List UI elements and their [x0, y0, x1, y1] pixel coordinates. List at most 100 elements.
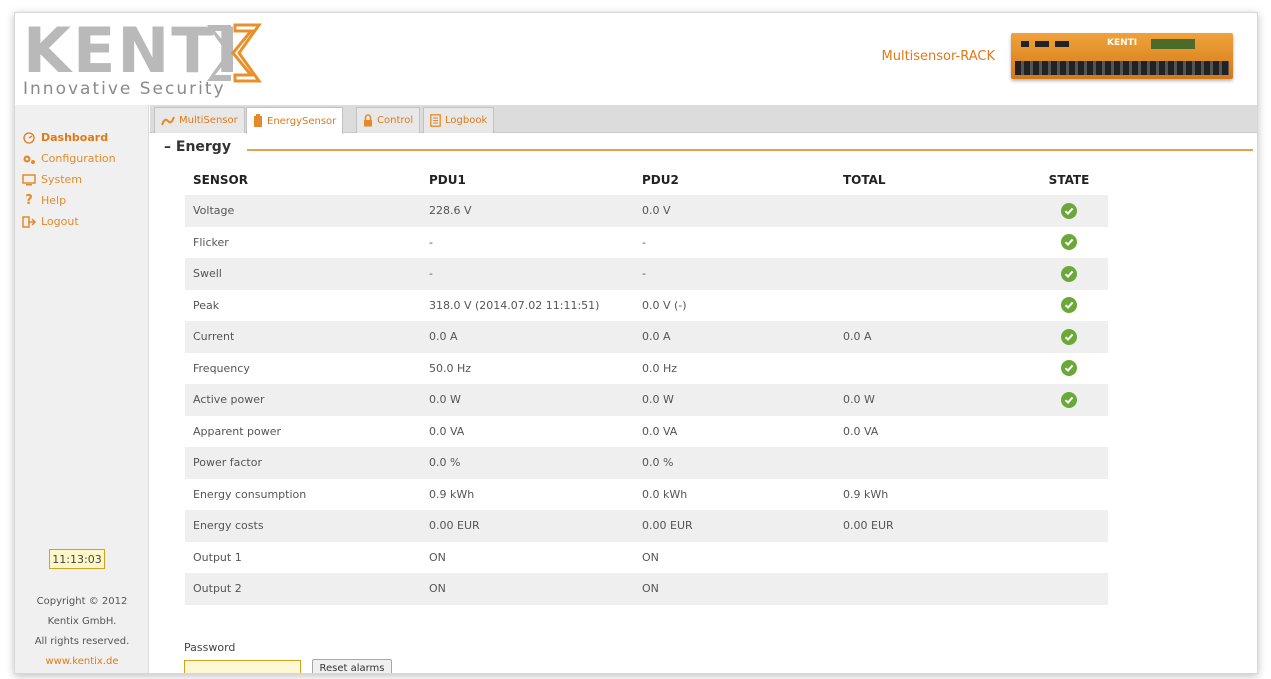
tab-logbook[interactable]: Logbook — [423, 107, 495, 133]
status-ok-icon — [1061, 297, 1077, 314]
energy-table: SENSOR PDU1 PDU2 TOTAL STATE Voltage 228.… — [185, 165, 1108, 605]
cell-pdu2: 0.0 % — [634, 447, 835, 479]
sidebar-item-logout[interactable]: Logout — [21, 211, 116, 232]
cell-state — [1030, 479, 1108, 511]
cell-pdu2: 0.0 V — [634, 195, 835, 227]
table-row: Active power 0.0 W 0.0 W 0.0 W — [185, 384, 1108, 416]
cell-state — [1030, 447, 1108, 479]
table-row: Voltage 228.6 V 0.0 V — [185, 195, 1108, 227]
copyright-line: Copyright © 2012 — [36, 596, 128, 607]
cell-total: 0.0 W — [835, 384, 1030, 416]
cell-pdu1: 0.0 A — [421, 321, 634, 353]
cell-pdu1: 0.0 VA — [429, 424, 465, 438]
cell-state — [1030, 416, 1108, 448]
cell-pdu2: ON — [634, 573, 835, 605]
cell-total: 0.00 EUR — [835, 510, 1030, 542]
sidebar-item-label: System — [41, 173, 83, 186]
cell-pdu1: 50.0 Hz — [429, 361, 472, 375]
cell-pdu1: 0.0 W — [421, 384, 634, 416]
cell-sensor: Voltage — [185, 195, 421, 227]
cell-pdu2: 0.0 Hz — [642, 361, 678, 375]
cell-state — [1030, 258, 1108, 290]
cell-pdu1: 0.00 EUR — [421, 510, 634, 542]
password-label: Password — [184, 641, 236, 654]
cell-sensor: Output 2 — [185, 573, 421, 605]
cell-pdu1: 0.9 kWh — [429, 487, 475, 501]
cell-total — [835, 573, 1030, 605]
gears-icon — [21, 153, 37, 165]
sidebar-item-label: Dashboard — [41, 131, 109, 144]
cell-pdu2: 0.0 A — [634, 321, 835, 353]
cell-total: 0.9 kWh — [843, 487, 889, 501]
column-header-pdu2: PDU2 — [642, 173, 679, 187]
sidebar-item-configuration[interactable]: Configuration — [21, 148, 116, 169]
cell-pdu2: 0.00 EUR — [634, 510, 835, 542]
cell-state — [1030, 227, 1108, 259]
cell-total — [835, 447, 1030, 479]
sidebar-item-help[interactable]: ? Help — [21, 190, 116, 211]
cell-sensor: Active power — [185, 384, 421, 416]
column-header-total: TOTAL — [843, 173, 886, 187]
rights-text: All rights reserved. — [34, 636, 130, 647]
cell-pdu2: - — [642, 235, 646, 249]
battery-icon — [253, 114, 263, 128]
cell-state — [1030, 384, 1108, 416]
device-name: Multisensor-RACK — [881, 49, 996, 64]
logo-tagline: Innovative Security — [23, 79, 226, 99]
cell-total — [835, 258, 1030, 290]
table-header-row: SENSOR PDU1 PDU2 TOTAL STATE — [185, 165, 1108, 195]
cell-state — [1030, 353, 1108, 385]
tab-bar: MultiSensor EnergySensor Control Logbook — [150, 105, 1257, 134]
energy-table-body: Voltage 228.6 V 0.0 V Flicker - - Swell - - Peak 3… — [185, 195, 1108, 605]
cell-sensor: Peak — [193, 298, 220, 312]
cell-sensor: Output 1 — [193, 550, 242, 564]
table-row: Flicker - - — [185, 227, 1108, 259]
column-header-sensor: SENSOR — [193, 173, 248, 187]
reset-alarms-button[interactable]: Reset alarms — [312, 659, 392, 673]
cell-state — [1030, 542, 1108, 574]
cell-total — [835, 290, 1030, 322]
column-header-state: STATE — [1048, 173, 1090, 187]
sidebar-item-system[interactable]: System — [21, 169, 116, 190]
status-ok-icon — [1061, 328, 1077, 345]
password-field[interactable] — [184, 660, 301, 673]
copyright: Copyright © 2012 Kentix GmbH. All rights… — [15, 592, 149, 672]
cell-pdu2: 0.0 V (-) — [642, 298, 687, 312]
logbook-icon — [430, 114, 441, 127]
tab-multisensor[interactable]: MultiSensor — [154, 107, 245, 133]
logo-x-mark-icon — [207, 23, 262, 83]
table-row: Energy costs 0.00 EUR 0.00 EUR 0.00 EUR — [185, 510, 1108, 542]
column-header-pdu1: PDU1 — [429, 173, 466, 187]
table-row: Apparent power 0.0 VA 0.0 VA 0.0 VA — [185, 416, 1108, 448]
cell-sensor: Power factor — [185, 447, 421, 479]
tab-energysensor[interactable]: EnergySensor — [246, 107, 344, 134]
website-link[interactable]: www.kentix.de — [15, 652, 149, 672]
sidebar-item-dashboard[interactable]: Dashboard — [21, 127, 116, 148]
cell-total — [835, 542, 1030, 574]
status-ok-icon — [1061, 265, 1077, 282]
table-row: Output 1 ON ON — [185, 542, 1108, 574]
cell-sensor: Swell — [185, 258, 421, 290]
table-row: Energy consumption 0.9 kWh 0.0 kWh 0.9 kWh — [185, 479, 1108, 511]
tab-control[interactable]: Control — [356, 107, 421, 133]
sidebar-nav: Dashboard Configuration System ? Help Lo… — [21, 127, 116, 232]
table-row: Output 2 ON ON — [185, 573, 1108, 605]
table-row: Swell - - — [185, 258, 1108, 290]
tab-label: MultiSensor — [179, 115, 238, 126]
status-ok-icon — [1061, 360, 1077, 377]
device-image: KENTI — [1011, 33, 1233, 79]
status-ok-icon — [1061, 391, 1077, 408]
cell-total — [835, 195, 1030, 227]
sidebar-item-label: Help — [41, 194, 67, 207]
cell-pdu2: 0.0 VA — [642, 424, 678, 438]
cell-pdu2: 0.0 W — [634, 384, 835, 416]
cell-pdu2: - — [634, 258, 835, 290]
cell-state — [1030, 510, 1108, 542]
cell-pdu2: 0.0 kWh — [642, 487, 688, 501]
section-title: – Energy — [160, 139, 235, 155]
cell-sensor: Flicker — [193, 235, 229, 249]
cell-pdu1: 318.0 V (2014.07.02 11:11:51) — [429, 298, 600, 312]
cell-sensor: Apparent power — [193, 424, 282, 438]
cell-total — [835, 353, 1030, 385]
tab-label: EnergySensor — [267, 115, 337, 127]
